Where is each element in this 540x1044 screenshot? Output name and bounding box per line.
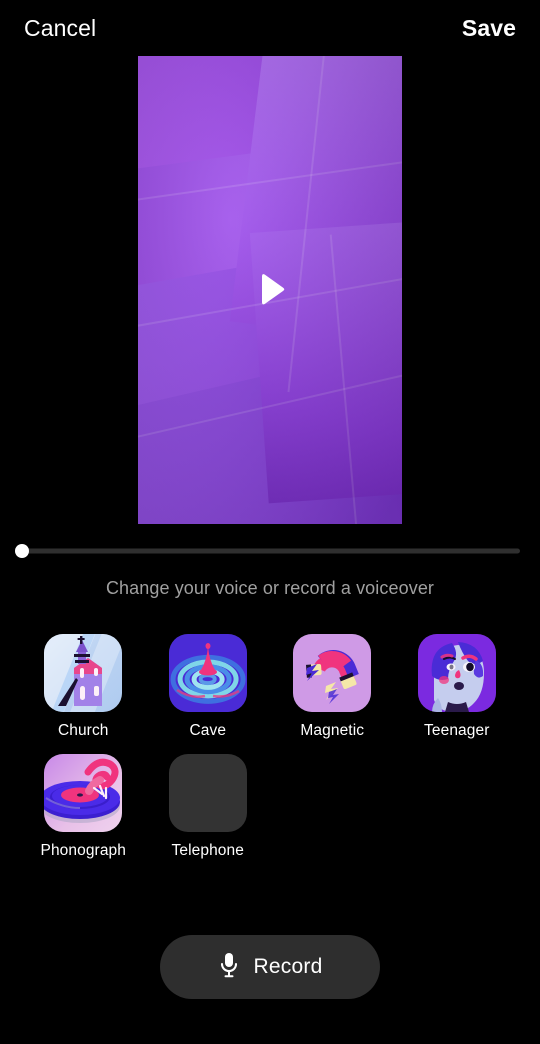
voice-effect-label: Magnetic [300,722,365,739]
voice-effect-teenager[interactable]: Teenager [395,634,520,740]
voice-effect-label: Church [57,722,109,739]
scrubber-thumb[interactable] [15,544,29,558]
bottom-nav-bar [0,1018,540,1044]
magnet-icon[interactable] [293,634,372,712]
top-bar: Cancel Save [0,0,540,56]
voice-effect-label: Telephone [171,842,244,859]
scrubber-track[interactable] [20,548,520,554]
record-button-label: Record [253,955,323,978]
voice-effects-screen: Cancel Save Change your voice or record … [0,0,540,1044]
voice-effect-label: Cave [189,722,227,739]
voice-effect-magnetic[interactable]: Magnetic [270,634,395,740]
church-icon[interactable] [44,634,123,712]
placeholder-icon[interactable] [168,754,247,832]
play-icon[interactable] [242,262,298,318]
voice-effect-label: Phonograph [40,842,126,859]
voice-effect-telephone[interactable]: Telephone [146,754,271,860]
teen-face-icon[interactable] [417,634,496,712]
save-button[interactable]: Save [462,15,516,42]
voice-effects-grid: Church Cave Magnetic Teenager Phonograph… [21,634,519,874]
cancel-button[interactable]: Cancel [24,15,96,42]
hint-text: Change your voice or record a voiceover [105,578,435,598]
video-scrubber[interactable] [15,543,520,559]
voice-effect-cave[interactable]: Cave [146,634,271,740]
voice-effect-label: Teenager [424,722,490,739]
voice-effect-phonograph[interactable]: Phonograph [21,754,146,860]
turntable-icon[interactable] [44,754,123,832]
video-preview[interactable] [138,56,402,524]
microphone-icon [218,951,240,984]
record-button[interactable]: Record [160,935,380,999]
cave-ripple-icon[interactable] [168,634,247,712]
voice-effect-church[interactable]: Church [21,634,146,740]
